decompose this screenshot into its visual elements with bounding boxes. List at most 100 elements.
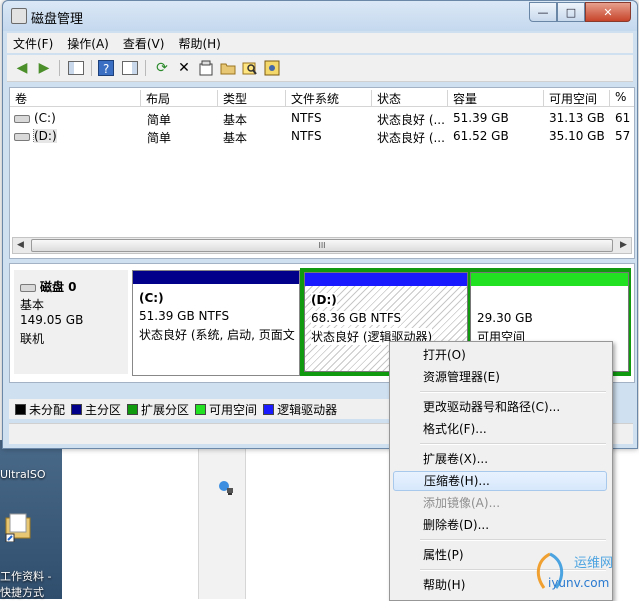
legend-item: 可用空间 xyxy=(195,401,257,418)
help-icon[interactable]: ? xyxy=(97,59,115,77)
menu-view[interactable]: 查看(V) xyxy=(123,35,165,52)
partition-d-size: 68.36 GB NTFS xyxy=(311,311,402,325)
title-bar[interactable]: 磁盘管理 — □ ✕ xyxy=(3,1,637,31)
scroll-thumb[interactable]: III xyxy=(31,239,613,252)
scroll-right-icon[interactable]: ▶ xyxy=(616,238,631,253)
watermark: 运维网 iyunv.com xyxy=(530,550,630,594)
free-space-cell: 35.10 GB xyxy=(549,129,605,143)
disk-type: 基本 xyxy=(20,298,45,312)
status-cell: 状态良好 (... xyxy=(377,131,445,145)
menu-item-format[interactable]: 格式化(F)... xyxy=(393,419,607,439)
delete-icon[interactable]: ✕ xyxy=(175,59,193,77)
legend-item: 扩展分区 xyxy=(127,401,189,418)
toolbar: ◀ ▶ ? ⟳ ✕ xyxy=(7,55,633,82)
watermark-site: 运维网 xyxy=(574,556,614,571)
minimize-button[interactable]: — xyxy=(529,2,557,22)
partition-c-size: 51.39 GB NTFS xyxy=(139,309,230,323)
back-arrow-icon[interactable]: ◀ xyxy=(13,59,31,77)
partition-d-name: (D:) xyxy=(311,293,337,307)
disk-size: 149.05 GB xyxy=(20,313,84,327)
free-space-size: 29.30 GB xyxy=(477,311,533,325)
table-row[interactable]: (D:) 简单 基本 NTFS 状态良好 (... 61.52 GB 35.10… xyxy=(10,127,634,145)
properties-icon[interactable] xyxy=(197,59,215,77)
refresh-icon[interactable]: ⟳ xyxy=(153,59,171,77)
explore-search-icon[interactable] xyxy=(241,59,259,77)
legend-item: 逻辑驱动器 xyxy=(263,401,337,418)
layout-cell: 简单 xyxy=(147,131,172,145)
free-space-cell: 31.13 GB xyxy=(549,111,605,125)
menu-bar: 文件(F) 操作(A) 查看(V) 帮助(H) xyxy=(7,33,633,53)
primary-partition-bar xyxy=(133,271,299,284)
volume-list: 卷 布局 类型 文件系统 状态 容量 可用空间 % (C:) 简单 基本 NTF… xyxy=(9,87,635,259)
column-header-status[interactable]: 状态 xyxy=(372,90,448,106)
capacity-cell: 51.39 GB xyxy=(453,111,509,125)
properties-pane-icon[interactable] xyxy=(121,59,139,77)
forward-arrow-icon[interactable]: ▶ xyxy=(35,59,53,77)
desktop-icon-folder-label-2[interactable]: 快捷方式 xyxy=(0,584,44,600)
menu-item-change-drive-letter[interactable]: 更改驱动器号和路径(C)... xyxy=(393,397,607,417)
disk-icon xyxy=(20,283,36,292)
swatch-free xyxy=(195,403,207,415)
maximize-button[interactable]: □ xyxy=(557,2,585,22)
menu-item-delete-volume[interactable]: 删除卷(D)... xyxy=(393,515,607,535)
column-header-filesystem[interactable]: 文件系统 xyxy=(286,90,372,106)
open-folder-icon[interactable] xyxy=(219,59,237,77)
volume-name: (C:) xyxy=(34,111,56,125)
menu-action[interactable]: 操作(A) xyxy=(67,35,109,52)
type-cell: 基本 xyxy=(223,113,248,127)
close-button[interactable]: ✕ xyxy=(585,2,631,22)
legend-item: 主分区 xyxy=(71,401,121,418)
column-header-type[interactable]: 类型 xyxy=(218,90,286,106)
column-header-row: 卷 布局 类型 文件系统 状态 容量 可用空间 % xyxy=(10,88,634,107)
background-window-strip xyxy=(198,448,246,599)
column-header-capacity[interactable]: 容量 xyxy=(448,90,544,106)
column-header-layout[interactable]: 布局 xyxy=(141,90,218,106)
status-cell: 状态良好 (... xyxy=(377,113,445,127)
scroll-left-icon[interactable]: ◀ xyxy=(13,238,28,253)
settings-icon[interactable] xyxy=(263,59,281,77)
logical-drive-bar xyxy=(305,273,467,286)
menu-item-add-mirror: 添加镜像(A)... xyxy=(423,496,501,510)
partition-c[interactable]: (C:) 51.39 GB NTFS 状态良好 (系统, 启动, 页面文 xyxy=(132,270,300,376)
network-icon[interactable] xyxy=(218,480,234,499)
folder-shortcut-icon[interactable] xyxy=(4,512,34,543)
filesystem-cell: NTFS xyxy=(291,111,322,125)
percent-free-cell: 57 xyxy=(615,129,631,143)
drive-icon xyxy=(14,132,30,141)
disk-status: 联机 xyxy=(20,332,45,346)
menu-help[interactable]: 帮助(H) xyxy=(178,35,220,52)
column-header-volume[interactable]: 卷 xyxy=(10,90,141,106)
horizontal-scrollbar[interactable]: ◀ III ▶ xyxy=(12,237,632,254)
watermark-url: iyunv.com xyxy=(548,576,610,590)
menu-item-open[interactable]: 打开(O) xyxy=(393,345,607,365)
svg-text:?: ? xyxy=(103,62,109,76)
drive-icon xyxy=(14,114,30,123)
type-cell: 基本 xyxy=(223,131,248,145)
layout-cell: 简单 xyxy=(147,113,172,127)
capacity-cell: 61.52 GB xyxy=(453,129,509,143)
partition-c-name: (C:) xyxy=(139,291,164,305)
swatch-extended xyxy=(127,403,139,415)
menu-item-explore[interactable]: 资源管理器(E) xyxy=(393,367,607,387)
desktop-icon-ultraiso-label[interactable]: UltraISO xyxy=(0,468,46,481)
menu-file[interactable]: 文件(F) xyxy=(13,35,53,52)
free-space-bar xyxy=(471,273,628,286)
swatch-unallocated xyxy=(15,403,26,415)
table-row[interactable]: (C:) 简单 基本 NTFS 状态良好 (... 51.39 GB 31.13… xyxy=(10,109,634,127)
column-header-percent-free[interactable]: % xyxy=(610,90,634,106)
desktop-icon-folder-label-1[interactable]: 工作资料 - xyxy=(0,568,51,584)
show-hide-console-tree-icon[interactable] xyxy=(67,59,85,77)
app-icon xyxy=(11,8,27,24)
volume-name: (D:) xyxy=(33,129,57,143)
menu-item-extend-volume[interactable]: 扩展卷(X)... xyxy=(393,449,607,469)
window-title: 磁盘管理 xyxy=(31,12,84,27)
disk-info-panel[interactable]: 磁盘 0 基本 149.05 GB 联机 xyxy=(14,270,128,374)
disk-name: 磁盘 0 xyxy=(40,280,77,294)
legend-item: 未分配 xyxy=(15,401,65,418)
partition-c-status: 状态良好 (系统, 启动, 页面文 xyxy=(139,328,295,342)
swatch-primary xyxy=(71,403,83,415)
legend: 未分配 主分区 扩展分区 可用空间 逻辑驱动器 xyxy=(9,399,425,419)
menu-item-shrink-volume[interactable]: 压缩卷(H)... xyxy=(393,471,607,491)
filesystem-cell: NTFS xyxy=(291,129,322,143)
column-header-free-space[interactable]: 可用空间 xyxy=(544,90,610,106)
